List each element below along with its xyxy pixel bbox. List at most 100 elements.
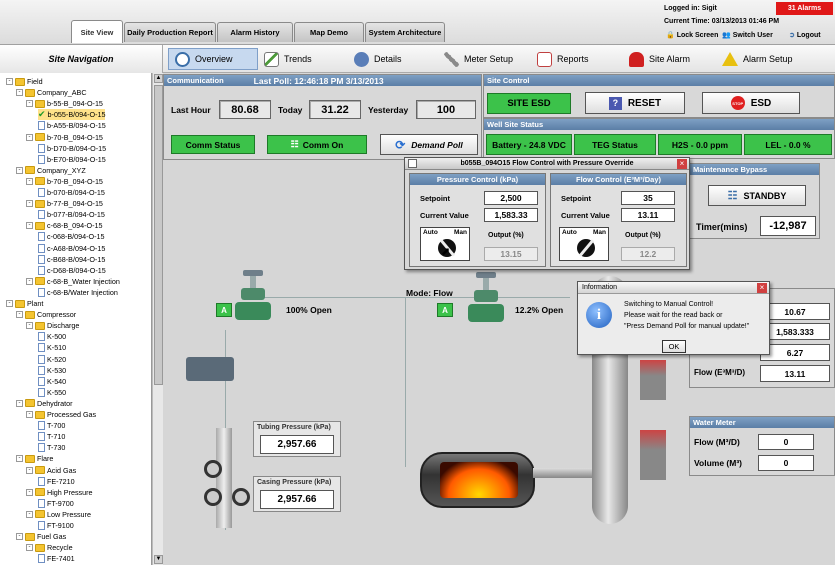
tree-item[interactable]: K-500 — [38, 331, 66, 342]
tree-item[interactable]: - Compressor — [16, 309, 76, 320]
teg-status[interactable]: TEG Status — [574, 134, 656, 155]
tree-item[interactable]: FT-9100 — [38, 520, 74, 531]
tree-item[interactable]: - b-70-B_094-O-15 — [26, 132, 103, 143]
close-icon[interactable]: × — [677, 159, 687, 169]
esd-button[interactable]: STOP ESD — [702, 92, 800, 114]
collapse-icon[interactable]: - — [26, 277, 33, 285]
tree-item[interactable]: FE-7210 — [38, 476, 75, 487]
collapse-icon[interactable]: - — [26, 488, 33, 496]
tab-alarm-history[interactable]: Alarm History — [217, 22, 293, 42]
tree-item[interactable]: K-520 — [38, 354, 66, 365]
pressure-setpoint-input[interactable]: 2,500 — [484, 191, 538, 205]
tree-item[interactable]: - Dehydrator — [16, 398, 73, 409]
tree-item[interactable]: - b-77-B_094-O-15 — [26, 198, 103, 209]
collapse-icon[interactable]: - — [16, 89, 23, 97]
tree-item[interactable]: K-540 — [38, 376, 66, 387]
tree-item[interactable]: T-710 — [38, 431, 65, 442]
tree-item[interactable]: - Discharge — [26, 320, 79, 331]
logout-link[interactable]: ➲ Logout — [789, 31, 821, 40]
flow-auto-man-switch[interactable]: Auto Man — [559, 227, 609, 261]
collapse-icon[interactable]: - — [26, 544, 33, 552]
nav-scrollbar[interactable]: ▲ ▼ — [152, 73, 163, 565]
valve1-status-tag[interactable]: A — [216, 303, 232, 317]
collapse-icon[interactable]: - — [26, 133, 33, 141]
toolbar-trends[interactable]: Trends — [258, 48, 318, 70]
tree-item[interactable]: - Field — [6, 76, 43, 87]
tree-item[interactable]: - Company_XYZ — [16, 165, 86, 176]
toolbar-details[interactable]: Details — [348, 48, 408, 70]
tree-item[interactable]: FE-7401 — [38, 553, 75, 564]
valve2-status-tag[interactable]: A — [437, 303, 453, 317]
wellhead-icon[interactable] — [196, 428, 252, 528]
tree-item[interactable]: b-070-B/094-O-15 — [38, 187, 105, 198]
tab-map-demo[interactable]: Map Demo — [294, 22, 364, 42]
tree-item[interactable]: ✔ b-055-B/094-O-15 — [38, 109, 106, 121]
tree-item[interactable]: T-730 — [38, 442, 65, 453]
tree-item[interactable]: - Acid Gas — [26, 465, 76, 476]
alarm-count-badge[interactable]: 31 Alarms — [776, 2, 833, 15]
tree-item[interactable]: - Fuel Gas — [16, 531, 66, 542]
toolbar-meter-setup[interactable]: Meter Setup — [438, 48, 519, 70]
scroll-down-icon[interactable]: ▼ — [154, 555, 163, 564]
toolbar-reports[interactable]: Reports — [531, 48, 595, 70]
collapse-icon[interactable]: - — [26, 222, 33, 230]
collapse-icon[interactable]: - — [26, 466, 33, 474]
tree-item[interactable]: FT-9700 — [38, 498, 74, 509]
tab-daily-production-report[interactable]: Daily Production Report — [124, 22, 216, 42]
lock-screen-link[interactable]: 🔒 Lock Screen — [666, 31, 718, 40]
tree-item[interactable]: - b-55-B_094-O-15 — [26, 98, 103, 109]
toolbar-site-alarm[interactable]: Site Alarm — [623, 48, 696, 70]
tree-item[interactable]: b-E70-B/094-O-15 — [38, 154, 106, 165]
collapse-icon[interactable]: - — [16, 166, 23, 174]
tree-item[interactable]: b-D70-B/094-O-15 — [38, 143, 106, 154]
tree-item[interactable]: K-510 — [38, 342, 66, 353]
tree-item[interactable]: b-A55-B/094-O-15 — [38, 120, 106, 131]
tab-site-view[interactable]: Site View — [71, 20, 123, 43]
tree-item[interactable]: T-700 — [38, 420, 65, 431]
toolbar-overview[interactable]: Overview — [168, 48, 258, 70]
tree-item[interactable]: c-068-B/094-O-15 — [38, 231, 105, 242]
information-titlebar[interactable]: Information — [578, 282, 769, 294]
comm-on-button[interactable]: ☷ Comm On — [267, 135, 367, 154]
collapse-icon[interactable]: - — [26, 177, 33, 185]
collapse-icon[interactable]: - — [26, 510, 33, 518]
tree-item[interactable]: c-B68-B/094-O-15 — [38, 254, 105, 265]
demand-poll-button[interactable]: ⟳ Demand Poll — [380, 134, 478, 155]
line-heater-icon[interactable] — [420, 452, 535, 508]
tree-item[interactable]: - b-70-B_094-O-15 — [26, 176, 103, 187]
collapse-icon[interactable]: - — [16, 311, 23, 319]
tree-item[interactable]: - High Pressure — [26, 487, 93, 498]
scroll-thumb[interactable] — [154, 85, 163, 385]
tree-item[interactable]: K-530 — [38, 365, 66, 376]
collapse-icon[interactable]: - — [26, 322, 33, 330]
tree-item[interactable]: K-550 — [38, 387, 66, 398]
tree-item[interactable]: - Flare — [16, 453, 53, 464]
tree-item[interactable]: - Company_ABC — [16, 87, 87, 98]
control-valve-1[interactable] — [235, 270, 271, 342]
close-icon[interactable]: × — [757, 283, 767, 293]
tree-item[interactable]: c-D68-B/094-O-15 — [38, 265, 106, 276]
toolbar-alarm-setup[interactable]: Alarm Setup — [716, 48, 799, 70]
collapse-icon[interactable]: - — [26, 411, 33, 418]
reset-button[interactable]: ? RESET — [585, 92, 685, 114]
collapse-icon[interactable]: - — [26, 200, 33, 208]
tree-item[interactable]: b-077-B/094-O-15 — [38, 209, 105, 220]
tree-item[interactable]: - Low Pressure — [26, 509, 91, 520]
tab-system-architecture[interactable]: System Architecture — [365, 22, 445, 42]
collapse-icon[interactable]: - — [6, 300, 13, 307]
tree-item[interactable]: - c-68-B_Water Injection — [26, 276, 120, 287]
tree-item[interactable]: - c-68-B_094-O-15 — [26, 220, 103, 231]
collapse-icon[interactable]: - — [16, 455, 23, 463]
standby-button[interactable]: ☷ STANDBY — [708, 185, 806, 206]
comm-status-button[interactable]: Comm Status — [171, 135, 255, 154]
collapse-icon[interactable]: - — [16, 399, 23, 407]
tree-item[interactable]: c-A68-B/094-O-15 — [38, 243, 105, 254]
tree-item[interactable]: - Recycle — [26, 542, 73, 553]
tree-item[interactable]: c-68-B/Water Injection — [38, 287, 118, 298]
site-esd-button[interactable]: SITE ESD — [487, 93, 571, 114]
flow-setpoint-input[interactable]: 35 — [621, 191, 675, 205]
collapse-icon[interactable]: - — [16, 533, 23, 541]
scroll-up-icon[interactable]: ▲ — [154, 74, 163, 83]
ok-button[interactable]: OK — [662, 340, 686, 353]
collapse-icon[interactable]: - — [6, 78, 13, 85]
